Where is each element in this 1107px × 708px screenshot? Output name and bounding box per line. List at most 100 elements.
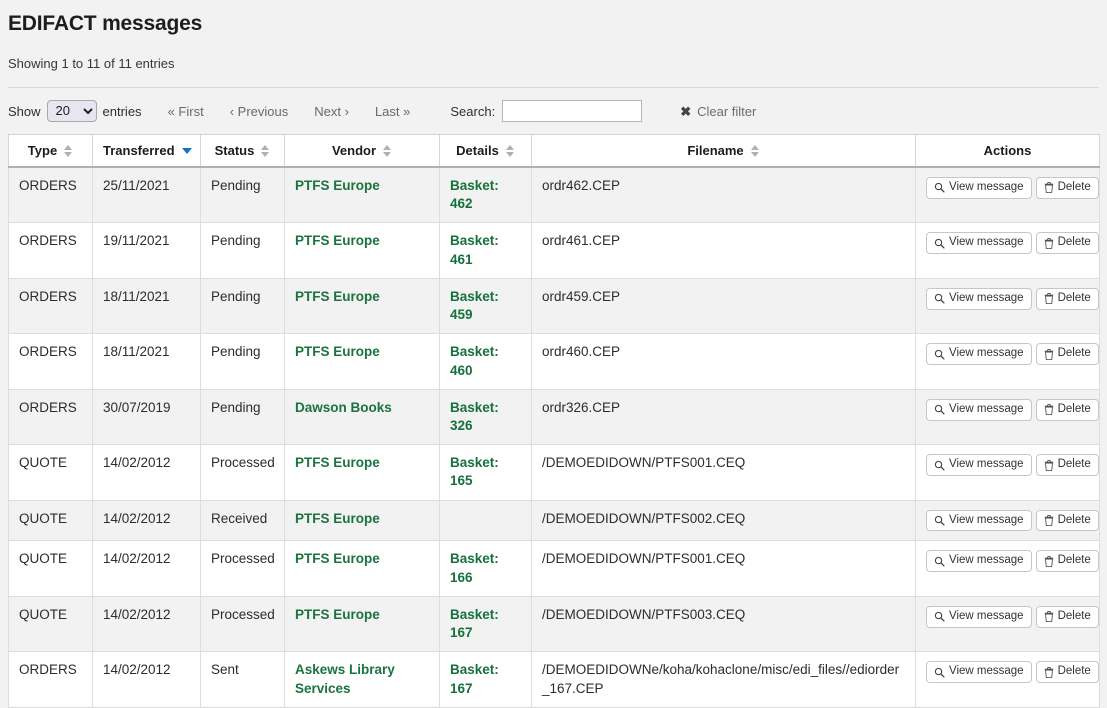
delete-button[interactable]: Delete [1036, 232, 1099, 254]
vendor-link[interactable]: PTFS Europe [295, 289, 380, 304]
view-message-button[interactable]: View message [926, 661, 1032, 683]
column-header-type[interactable]: Type [9, 135, 93, 168]
cell-type: ORDERS [9, 334, 93, 389]
vendor-link[interactable]: PTFS Europe [295, 455, 380, 470]
filename-value: /DEMOEDIDOWN/PTFS003.CEQ [542, 607, 745, 622]
view-message-button[interactable]: View message [926, 288, 1032, 310]
delete-button[interactable]: Delete [1036, 399, 1099, 421]
table-row: ORDERS25/11/2021PendingPTFS EuropeBasket… [9, 167, 1100, 223]
cell-transferred: 30/07/2019 [93, 389, 201, 444]
basket-link[interactable]: Basket: 167 [450, 662, 499, 695]
column-header-vendor[interactable]: Vendor [285, 135, 440, 168]
pagination-last[interactable]: Last » [375, 104, 410, 119]
vendor-link[interactable]: PTFS Europe [295, 607, 380, 622]
vendor-link[interactable]: PTFS Europe [295, 344, 380, 359]
cell-type: QUOTE [9, 596, 93, 651]
pagination-previous[interactable]: ‹ Previous [230, 104, 289, 119]
cell-details: Basket: 461 [440, 223, 532, 278]
view-message-button[interactable]: View message [926, 232, 1032, 254]
cell-vendor: PTFS Europe [285, 541, 440, 596]
vendor-link[interactable]: Askews Library Services [295, 662, 395, 695]
filename-value: /DEMOEDIDOWN/PTFS001.CEQ [542, 455, 745, 470]
basket-link[interactable]: Basket: 461 [450, 233, 499, 266]
view-message-button[interactable]: View message [926, 399, 1032, 421]
cell-status: Received [201, 500, 285, 541]
length-control: Show 20 entries [8, 100, 142, 122]
pagination-next[interactable]: Next › [314, 104, 349, 119]
view-message-button[interactable]: View message [926, 343, 1032, 365]
transferred-value: 14/02/2012 [103, 607, 171, 622]
table-row: ORDERS19/11/2021PendingPTFS EuropeBasket… [9, 223, 1100, 278]
view-message-button[interactable]: View message [926, 177, 1032, 199]
pagination-first[interactable]: « First [168, 104, 204, 119]
view-message-button[interactable]: View message [926, 510, 1032, 532]
vendor-link[interactable]: PTFS Europe [295, 178, 380, 193]
delete-button[interactable]: Delete [1036, 661, 1099, 683]
trash-icon [1044, 515, 1054, 526]
delete-button[interactable]: Delete [1036, 510, 1099, 532]
basket-link[interactable]: Basket: 460 [450, 344, 499, 377]
delete-button[interactable]: Delete [1036, 454, 1099, 476]
cell-details: Basket: 462 [440, 167, 532, 223]
delete-button[interactable]: Delete [1036, 606, 1099, 628]
vendor-link[interactable]: Dawson Books [295, 400, 392, 415]
view-message-label: View message [949, 514, 1024, 528]
magnifier-icon [934, 515, 945, 526]
delete-button[interactable]: Delete [1036, 343, 1099, 365]
column-header-status[interactable]: Status [201, 135, 285, 168]
delete-label: Delete [1058, 347, 1091, 361]
delete-button[interactable]: Delete [1036, 177, 1099, 199]
cell-actions: View message Delete [916, 389, 1100, 444]
pagination-next-label: Next [314, 104, 341, 119]
cell-vendor: PTFS Europe [285, 334, 440, 389]
cell-vendor: PTFS Europe [285, 500, 440, 541]
cell-type: ORDERS [9, 278, 93, 333]
cell-status: Pending [201, 167, 285, 223]
cell-status: Pending [201, 223, 285, 278]
cell-type: QUOTE [9, 500, 93, 541]
view-message-button[interactable]: View message [926, 606, 1032, 628]
sort-toggle-icon [261, 145, 270, 157]
column-header-details[interactable]: Details [440, 135, 532, 168]
clear-filter-label: Clear filter [697, 104, 756, 119]
vendor-link[interactable]: PTFS Europe [295, 511, 380, 526]
cell-filename: /DEMOEDIDOWN/PTFS003.CEQ [532, 596, 916, 651]
delete-label: Delete [1058, 181, 1091, 195]
transferred-value: 14/02/2012 [103, 511, 171, 526]
type-value: QUOTE [19, 455, 67, 470]
basket-link[interactable]: Basket: 462 [450, 178, 499, 211]
cell-type: QUOTE [9, 541, 93, 596]
cell-vendor: PTFS Europe [285, 223, 440, 278]
double-chevron-right-icon: » [403, 104, 410, 119]
vendor-link[interactable]: PTFS Europe [295, 233, 380, 248]
sort-toggle-icon [506, 145, 515, 157]
cell-details: Basket: 459 [440, 278, 532, 333]
basket-link[interactable]: Basket: 167 [450, 607, 499, 640]
search-input[interactable] [502, 100, 642, 122]
delete-label: Delete [1058, 403, 1091, 417]
cell-filename: /DEMOEDIDOWN/PTFS001.CEQ [532, 541, 916, 596]
basket-link[interactable]: Basket: 326 [450, 400, 499, 433]
basket-link[interactable]: Basket: 459 [450, 289, 499, 322]
view-message-label: View message [949, 236, 1024, 250]
cell-type: ORDERS [9, 652, 93, 707]
column-header-filename[interactable]: Filename [532, 135, 916, 168]
basket-link[interactable]: Basket: 166 [450, 551, 499, 584]
delete-button[interactable]: Delete [1036, 288, 1099, 310]
column-header-transferred[interactable]: Transferred [93, 135, 201, 168]
view-message-button[interactable]: View message [926, 454, 1032, 476]
basket-link[interactable]: Basket: 165 [450, 455, 499, 488]
cell-filename: ordr462.CEP [532, 167, 916, 223]
pagination-first-label: First [178, 104, 203, 119]
cell-actions: View messageDelete [916, 445, 1100, 500]
magnifier-icon [934, 404, 945, 415]
cell-transferred: 25/11/2021 [93, 167, 201, 223]
show-label: Show [8, 104, 41, 119]
table-row: QUOTE14/02/2012ReceivedPTFS Europe/DEMOE… [9, 500, 1100, 541]
entries-length-select[interactable]: 20 [47, 100, 97, 122]
cell-status: Processed [201, 596, 285, 651]
magnifier-icon [934, 182, 945, 193]
pagination-last-label: Last [375, 104, 400, 119]
clear-filter-button[interactable]: ✖ Clear filter [680, 104, 756, 119]
magnifier-icon [934, 556, 945, 567]
